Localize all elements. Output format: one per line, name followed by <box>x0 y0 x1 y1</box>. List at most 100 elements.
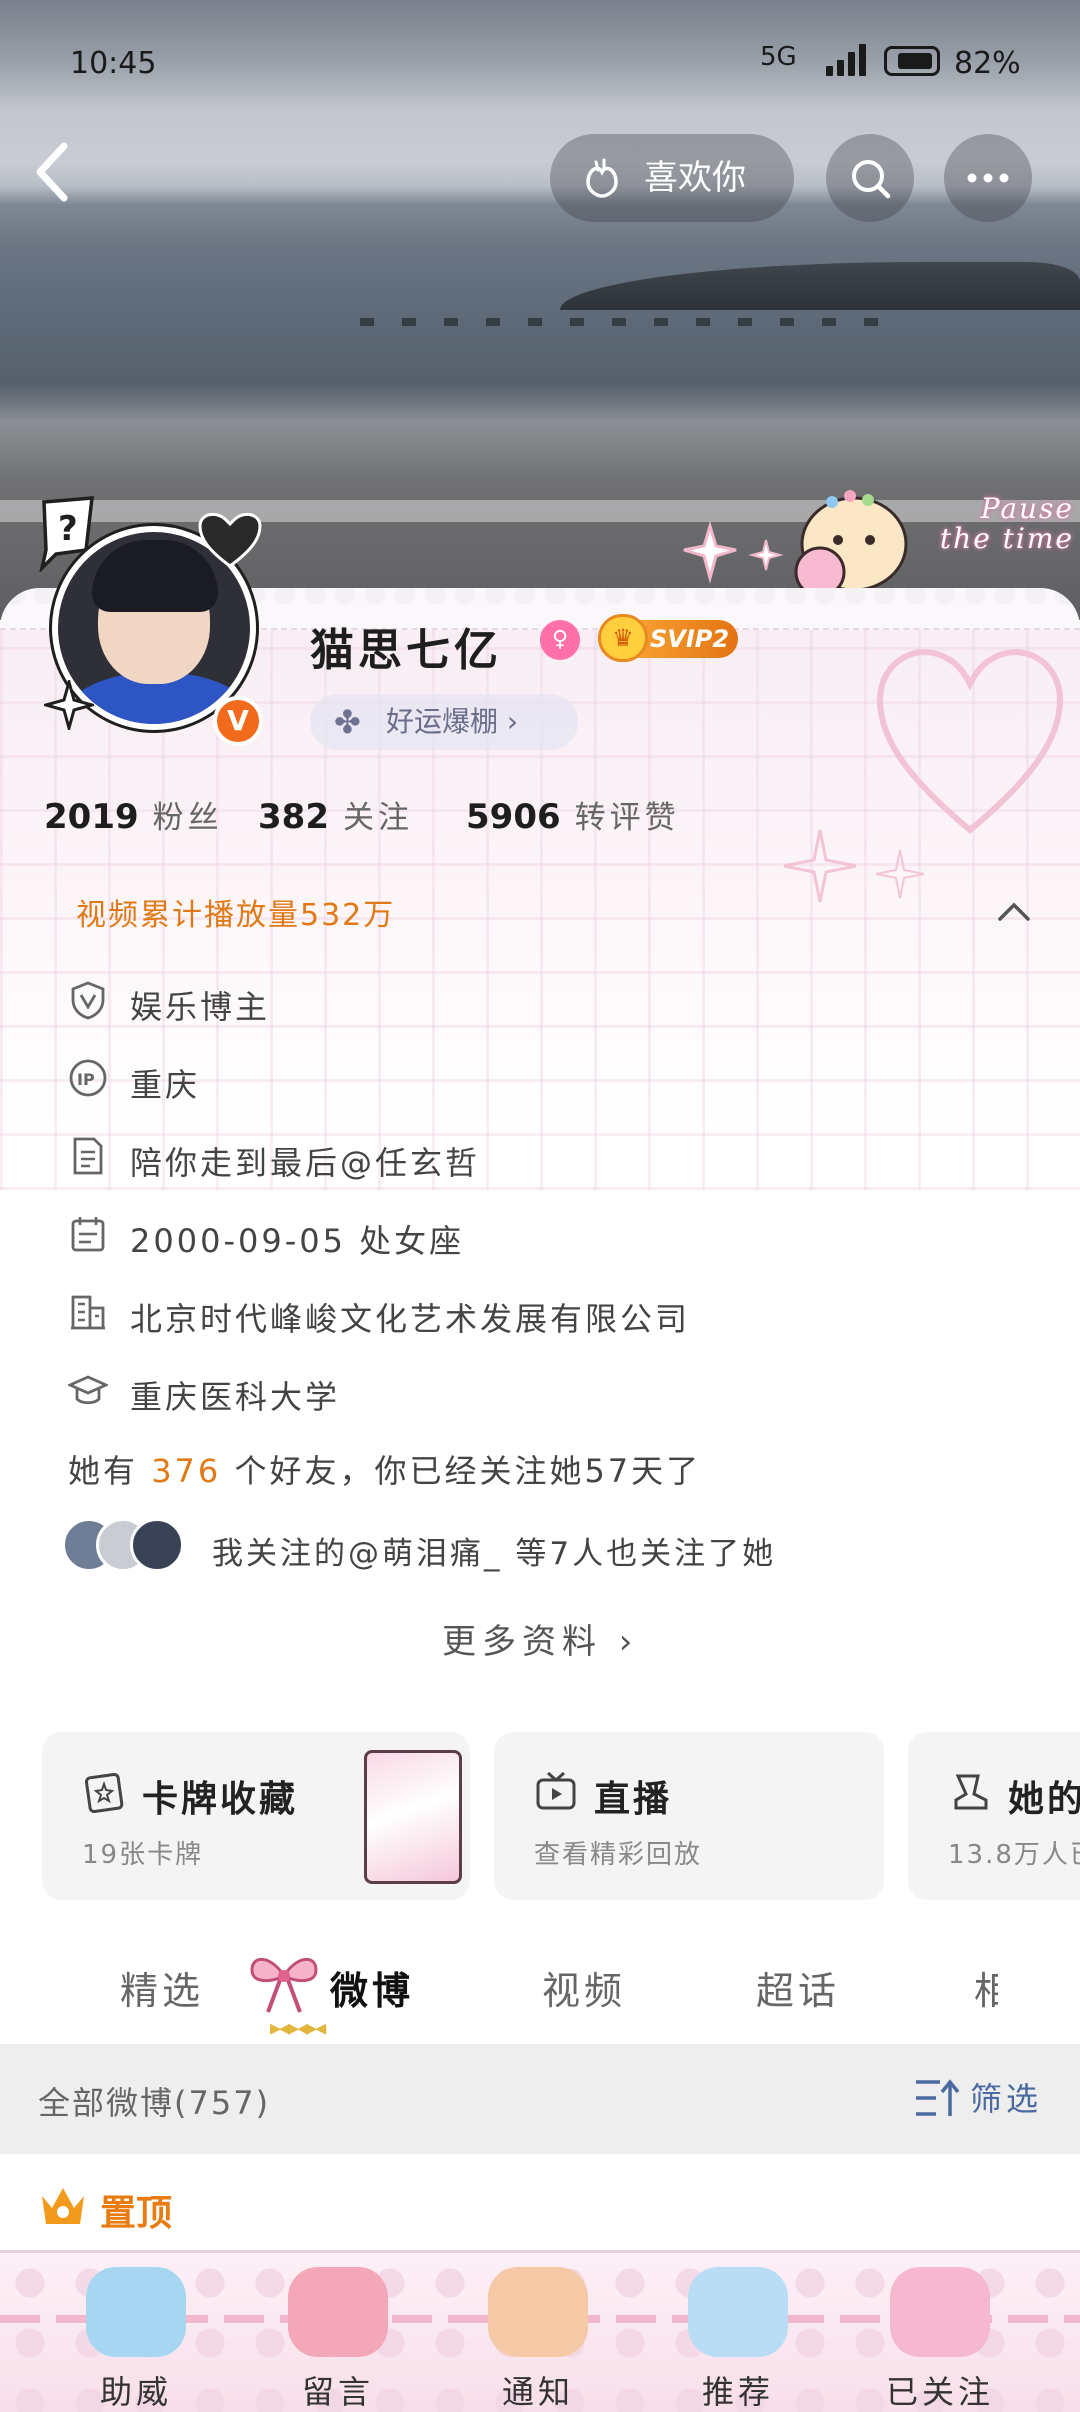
battery-percent: 82% <box>954 46 1021 81</box>
like-you-label: 喜欢你 <box>644 158 746 198</box>
network-label: 5G <box>760 42 797 72</box>
more-info-link[interactable]: 更多资料 › <box>442 1614 638 1663</box>
nav-item-label: 通知 <box>501 2373 574 2411</box>
stat-interactions[interactable]: 5906 转评赞 <box>466 792 680 837</box>
search-icon <box>852 160 891 199</box>
more-button[interactable] <box>944 134 1032 222</box>
telephone-icon <box>288 2267 388 2357</box>
stat-label: 粉丝 <box>152 800 223 836</box>
search-button[interactable] <box>826 134 914 222</box>
info-text: 娱乐博主 <box>130 988 271 1026</box>
nav-item-label: 已关注 <box>885 2373 994 2411</box>
cover-boats <box>360 318 880 326</box>
collapse-chevron-up-icon[interactable] <box>996 892 1032 928</box>
service-card-live[interactable]: 直播 查看精彩回放 <box>494 1732 884 1900</box>
tab-featured[interactable]: 精选 <box>120 1960 204 2015</box>
filter-sort-icon <box>916 2079 960 2116</box>
svg-text:IP: IP <box>77 1070 95 1089</box>
more-dots-icon <box>967 173 1009 183</box>
mutual-followers[interactable]: 我关注的@萌泪痛_ 等7人也关注了她 <box>62 1518 1022 1574</box>
back-button[interactable] <box>30 140 90 216</box>
rainbow-cloud-icon <box>86 2267 186 2357</box>
service-title: 直播 <box>594 1779 673 1820</box>
stat-followers[interactable]: 2019 粉丝 <box>44 792 223 837</box>
stat-label: 关注 <box>342 800 413 836</box>
tv-icon <box>536 1771 576 1810</box>
stat-value: 382 <box>258 797 329 837</box>
info-row-school: 重庆医科大学 <box>64 1360 1024 1420</box>
username: 猫思七亿 <box>310 625 502 676</box>
fish-decoration-icon: ▸◂▸◂▸◂ <box>270 2016 326 2041</box>
document-icon <box>73 1137 103 1175</box>
mutual-text: 我关注的@萌泪痛_ 等7人也关注了她 <box>212 1536 777 1572</box>
calendar-icon <box>71 1217 105 1252</box>
sparkle-star-sticker <box>680 520 790 594</box>
nav-item-label: 助威 <box>99 2373 172 2411</box>
ip-location-icon: IP <box>69 1059 107 1097</box>
nav-item-following[interactable]: 已关注 <box>840 2253 1040 2412</box>
info-row-birthday: 2000-09-05 处女座 <box>64 1204 1024 1264</box>
friends-summary[interactable]: 她有 376 个好友，你已经关注她57天了 <box>68 1446 701 1492</box>
tab-supertopic[interactable]: 超话 <box>756 1960 840 2015</box>
all-posts-count: 全部微博(757) <box>38 2084 271 2122</box>
luck-badge-label: 好运爆棚 › <box>386 705 519 738</box>
video-plays-count: 视频累计播放量532万 <box>76 898 396 933</box>
info-row-bio: 陪你走到最后@任玄哲 <box>64 1126 1024 1186</box>
friends-count: 376 <box>151 1452 222 1490</box>
content-tabs: 精选 微博 ▸◂▸◂▸◂ 视频 超话 相 <box>0 1938 1080 2042</box>
sparkle-decoration <box>780 790 940 954</box>
person-icon <box>954 1774 988 1810</box>
svip-label: SVIP2 <box>650 625 730 653</box>
company-icon <box>71 1295 105 1330</box>
cake-icon <box>488 2267 588 2357</box>
pinned-label: 置顶 <box>38 2184 172 2238</box>
shield-v-icon <box>71 981 105 1020</box>
info-text: 重庆 <box>130 1066 201 1104</box>
info-text: 重庆医科大学 <box>130 1378 341 1416</box>
radio-box-icon <box>890 2267 990 2357</box>
sleepy-bear-icon <box>688 2267 788 2357</box>
spark-sticker <box>40 676 98 734</box>
info-row-ip: IP 重庆 <box>64 1048 1024 1108</box>
nav-item-label: 推荐 <box>701 2373 774 2411</box>
nav-item-message[interactable]: 留言 <box>238 2253 438 2412</box>
nav-item-recommend[interactable]: 推荐 <box>638 2253 838 2412</box>
nav-item-label: 留言 <box>301 2373 374 2411</box>
nav-item-cheer[interactable]: 助威 <box>36 2253 236 2412</box>
pinned-text: 置顶 <box>100 2193 173 2234</box>
pause-time-sticker: Pause the time <box>792 488 1080 604</box>
service-card-collection[interactable]: 卡牌收藏 19张卡牌 <box>42 1732 470 1900</box>
filter-bar: 全部微博(757) 筛选 <box>0 2044 1080 2154</box>
pause-time-text: Pause the time <box>939 492 1074 555</box>
filter-button[interactable]: 筛选 <box>914 2074 1042 2124</box>
stat-value: 2019 <box>44 797 139 837</box>
stat-value: 5906 <box>466 797 561 837</box>
nav-item-notice[interactable]: 通知 <box>438 2253 638 2412</box>
hand-heart-icon <box>586 158 618 198</box>
mutual-avatar <box>130 1518 184 1572</box>
info-row-company: 北京时代峰峻文化艺术发展有限公司 <box>64 1282 1024 1342</box>
graduation-cap-icon <box>68 1375 108 1405</box>
info-text: 陪你走到最后@任玄哲 <box>130 1144 481 1182</box>
filter-label: 筛选 <box>970 2080 1043 2118</box>
back-arrow-icon <box>36 142 68 202</box>
service-subtitle: 查看精彩回放 <box>534 1840 703 1870</box>
svip-badge[interactable]: ♛ SVIP2 <box>598 614 738 662</box>
luck-badge[interactable]: ✤ 好运爆棚 › <box>310 694 578 750</box>
svg-text:?: ? <box>58 509 78 549</box>
gender-female-icon: ♀ <box>540 620 580 660</box>
service-title: 她的 <box>1008 1779 1080 1820</box>
friends-suffix: 个好友，你已经关注她57天了 <box>234 1452 702 1490</box>
bottom-nav: 助威 留言 通知 推荐 已关注 <box>0 2250 1080 2412</box>
tab-video[interactable]: 视频 <box>542 1960 626 2015</box>
verified-badge: V <box>213 696 263 746</box>
bow-icon <box>250 1958 318 2013</box>
tab-album[interactable]: 相 <box>974 1960 998 2015</box>
status-bar: 10:45 5G 82% <box>0 0 1080 130</box>
signal-icon <box>826 44 870 76</box>
tab-weibo[interactable]: 微博 <box>330 1960 414 2015</box>
stat-following[interactable]: 382 关注 <box>258 792 413 837</box>
crown-icon: ♛ <box>598 614 648 662</box>
like-you-button[interactable]: 喜欢你 <box>550 134 794 222</box>
service-card-partial[interactable]: 她的 13.8万人已 <box>908 1732 1080 1900</box>
